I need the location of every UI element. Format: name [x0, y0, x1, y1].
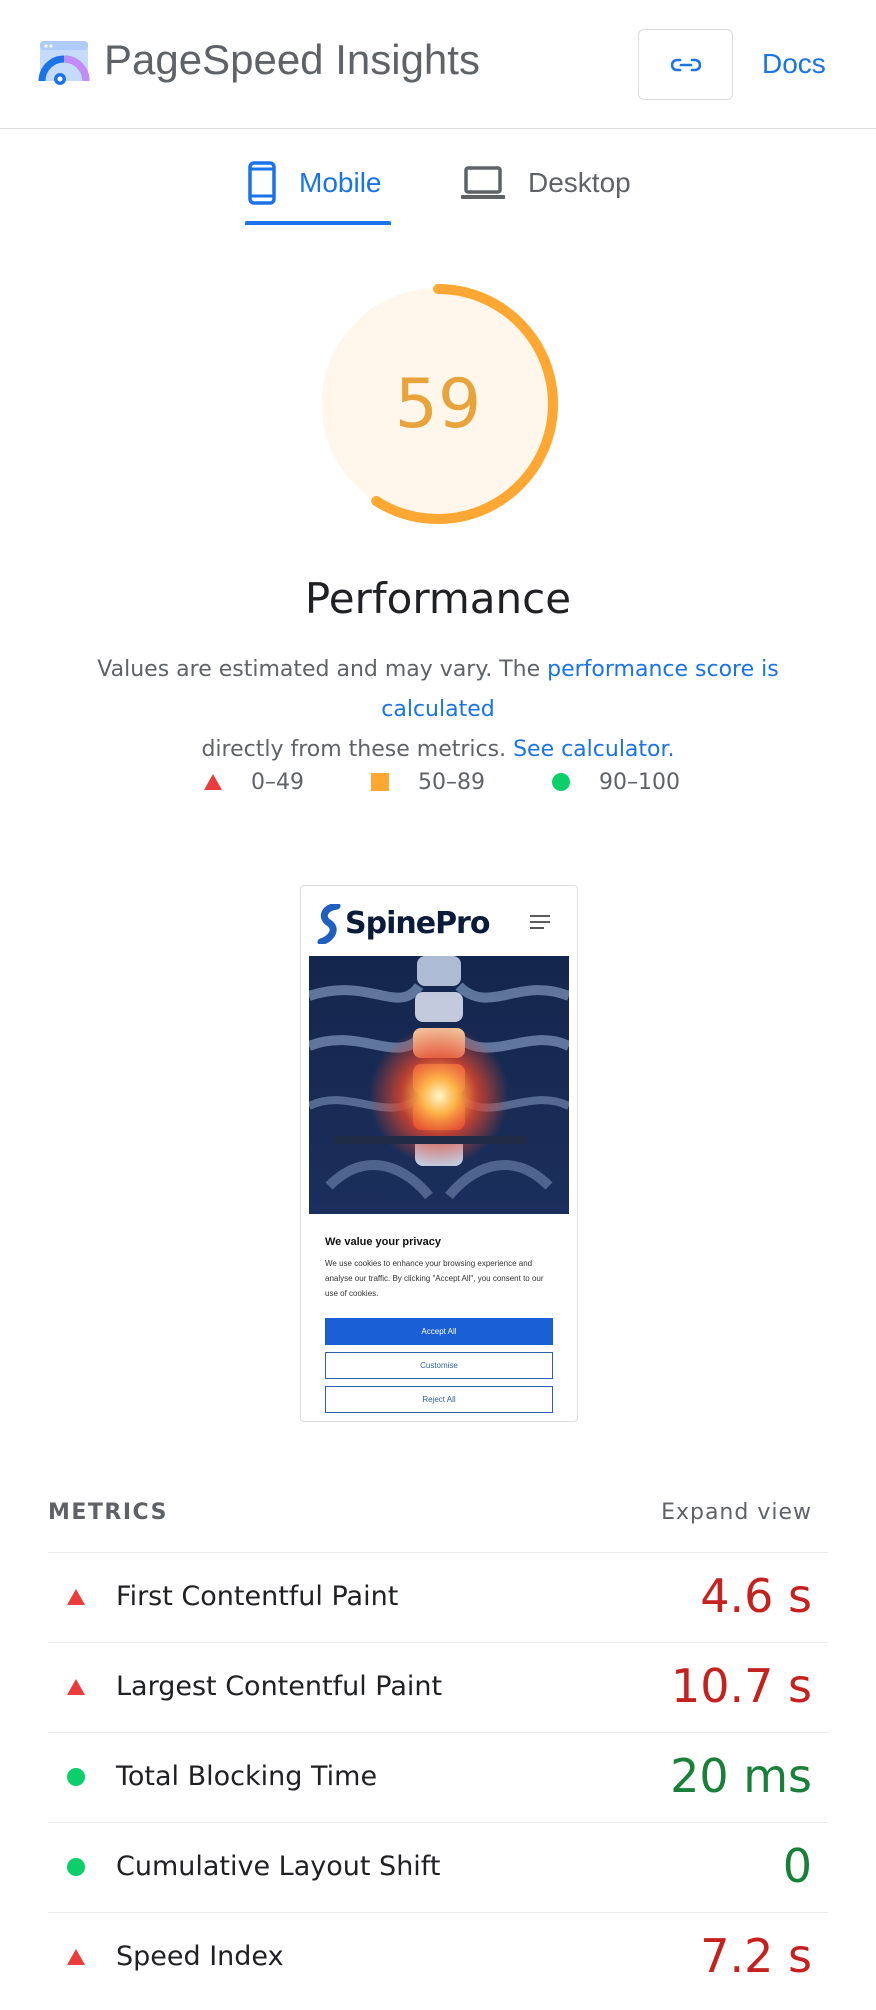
circle-icon [552, 773, 570, 791]
accept-all-button: Accept All [325, 1318, 553, 1345]
expand-view-button[interactable]: Expand view [661, 1500, 812, 1525]
triangle-icon [204, 774, 222, 790]
metric-name: First Contentful Paint [116, 1581, 399, 1612]
metric-name: Cumulative Layout Shift [116, 1851, 441, 1882]
legend-good: 90–100 [551, 766, 680, 798]
reject-all-button: Reject All [325, 1386, 553, 1413]
metric-name: Speed Index [116, 1941, 284, 1972]
app-header: PageSpeed Insights Docs [0, 0, 876, 129]
metric-row-cls: Cumulative Layout Shift 0 [48, 1822, 828, 1912]
docs-link[interactable]: Docs [762, 44, 826, 84]
metric-row-lcp: Largest Contentful Paint 10.7 s [48, 1642, 828, 1732]
laptop-icon [461, 166, 505, 199]
score-description: Values are estimated and may vary. The p… [40, 650, 836, 770]
circle-icon [67, 1858, 85, 1876]
site-header: SpinePro [301, 886, 577, 956]
metric-value: 20 ms [670, 1749, 812, 1803]
triangle-icon [67, 1589, 85, 1605]
cookie-banner-title: We value your privacy [325, 1236, 441, 1248]
performance-score: 59 [394, 364, 482, 444]
app-title: PageSpeed Insights [104, 36, 480, 83]
metric-value: 4.6 s [700, 1569, 812, 1623]
site-brand: SpinePro [345, 906, 490, 941]
tab-desktop[interactable]: Desktop [460, 153, 631, 213]
metric-name: Total Blocking Time [116, 1761, 378, 1792]
pagespeed-logo-icon[interactable] [38, 37, 90, 89]
desc-text-2: directly from these metrics. [201, 737, 514, 762]
metrics-heading: METRICS [48, 1500, 168, 1525]
hero-bar [335, 1136, 527, 1144]
metric-row-tbt: Total Blocking Time 20 ms [48, 1732, 828, 1822]
cookie-banner-text: We use cookies to enhance your browsing … [325, 1259, 544, 1298]
legend-poor-label: 0–49 [251, 769, 304, 795]
triangle-icon [67, 1679, 85, 1695]
spine-hero-image [309, 956, 569, 1214]
metric-value: 0 [782, 1839, 812, 1893]
tab-desktop-label: Desktop [528, 167, 631, 198]
metric-value: 7.2 s [700, 1929, 812, 1983]
cookie-banner: We value your privacy We use cookies to … [309, 1214, 569, 1419]
circle-icon [67, 1768, 85, 1786]
metric-row-fcp: First Contentful Paint 4.6 s [48, 1552, 828, 1642]
final-screenshot[interactable]: SpinePro We value your privacy We use co… [300, 885, 578, 1422]
customise-button: Customise [325, 1352, 553, 1379]
hamburger-menu-icon [530, 915, 550, 929]
legend-average: 50–89 [370, 766, 485, 798]
see-calculator-link[interactable]: See calculator. [513, 737, 674, 762]
metric-row-si: Speed Index 7.2 s [48, 1912, 828, 2002]
square-icon [371, 773, 389, 791]
legend-good-label: 90–100 [599, 769, 680, 795]
spinepro-logo-icon [317, 904, 341, 944]
device-tabs: Mobile Desktop [0, 129, 876, 227]
desc-text: Values are estimated and may vary. The [97, 657, 548, 682]
copy-link-button[interactable] [638, 29, 733, 100]
metric-value: 10.7 s [670, 1659, 812, 1713]
link-icon [670, 58, 701, 71]
legend-poor: 0–49 [203, 766, 304, 798]
legend-average-label: 50–89 [418, 769, 485, 795]
tab-mobile[interactable]: Mobile [247, 153, 381, 213]
category-title: Performance [304, 574, 572, 623]
tab-selected-indicator [245, 221, 391, 225]
triangle-icon [67, 1949, 85, 1965]
phone-icon [248, 161, 276, 205]
metric-name: Largest Contentful Paint [116, 1671, 443, 1702]
tab-mobile-label: Mobile [299, 167, 382, 198]
